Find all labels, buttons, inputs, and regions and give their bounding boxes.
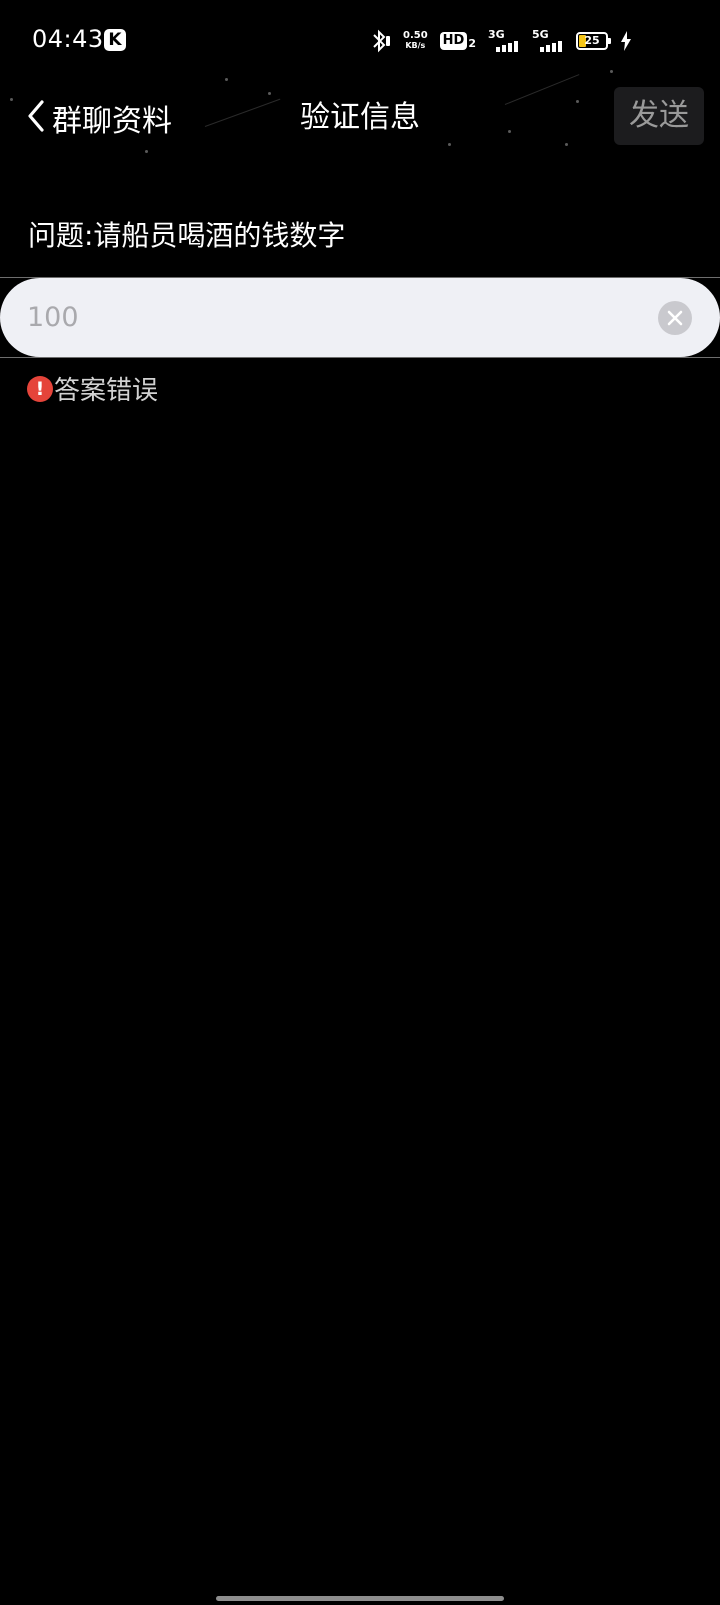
error-icon: ! bbox=[27, 375, 53, 402]
hd-label: HD bbox=[439, 32, 468, 50]
clear-button[interactable] bbox=[658, 301, 692, 335]
network-speed: 0.50 KB/s bbox=[403, 31, 428, 51]
battery-icon: 25 bbox=[576, 32, 611, 50]
app-notification-icon: K bbox=[104, 29, 126, 51]
send-button[interactable]: 发送 bbox=[614, 87, 704, 145]
clear-icon bbox=[667, 310, 683, 326]
signal-5g-label: 5G bbox=[532, 28, 549, 41]
signal-3g-label: 3G bbox=[488, 28, 505, 41]
signal-5g-icon: 5G bbox=[532, 28, 564, 54]
lightning-icon bbox=[620, 31, 632, 51]
status-indicators: 0.50 KB/s HD 2 3G 5G 25 bbox=[369, 26, 632, 56]
error-message: ! 答案错误 bbox=[27, 370, 158, 407]
network-speed-value: 0.50 bbox=[402, 30, 428, 41]
signal-3g-icon: 3G bbox=[488, 28, 520, 54]
answer-field[interactable] bbox=[0, 278, 720, 357]
hd-voice-icon: HD 2 bbox=[439, 32, 476, 50]
error-text: 答案错误 bbox=[54, 376, 159, 406]
home-indicator[interactable] bbox=[216, 1596, 504, 1601]
battery-level: 25 bbox=[584, 34, 600, 47]
network-speed-unit: KB/s bbox=[405, 41, 426, 50]
status-bar: 04:43 K 0.50 KB/s HD 2 3G 5G 25 bbox=[0, 0, 720, 80]
status-time: 04:43 bbox=[32, 25, 104, 53]
hd-sub: 2 bbox=[468, 37, 476, 50]
question-text: 问题:请船员喝酒的钱数字 bbox=[28, 219, 346, 252]
answer-input[interactable] bbox=[27, 278, 627, 357]
divider-bottom bbox=[0, 357, 720, 358]
page-title: 验证信息 bbox=[300, 100, 420, 135]
bluetooth-icon bbox=[369, 28, 391, 54]
